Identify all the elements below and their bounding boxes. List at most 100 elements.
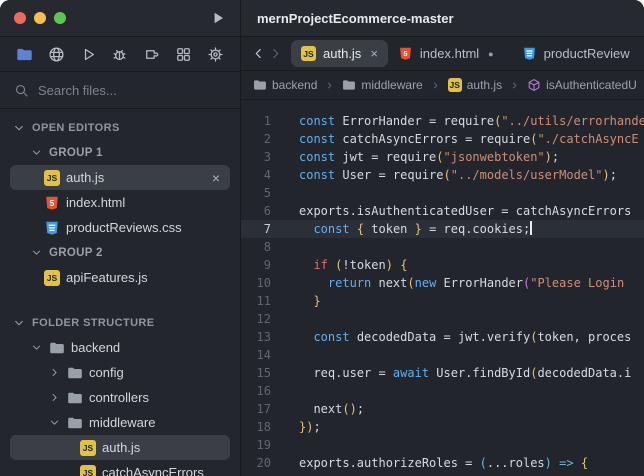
open-editor-apiFeatures.js[interactable]: JSapiFeatures.js: [10, 265, 230, 290]
activity-globe-button[interactable]: [48, 46, 65, 63]
editor-group-header[interactable]: GROUP 1: [0, 140, 240, 165]
code-line-9[interactable]: 9 if (!token) {: [241, 256, 644, 274]
chevron-down-icon: [12, 121, 26, 135]
code-line-7[interactable]: 7 const { token } = req.cookies;: [241, 220, 644, 238]
code-line-16[interactable]: 16: [241, 382, 644, 400]
code-line-5[interactable]: 5: [241, 184, 644, 202]
navigate-back-icon[interactable]: [251, 46, 266, 61]
code-line-8[interactable]: 8: [241, 238, 644, 256]
code-line-1[interactable]: 1const ErrorHander = require("../utils/e…: [241, 112, 644, 130]
tree-item-controllers[interactable]: controllers: [10, 385, 230, 410]
tab-productReview[interactable]: productReview: [512, 40, 638, 67]
line-number[interactable]: 12: [241, 310, 271, 328]
close-tab-icon[interactable]: ×: [370, 46, 378, 61]
editor-group-header[interactable]: GROUP 2: [0, 240, 240, 265]
open-editor-auth.js[interactable]: JSauth.js×: [10, 165, 230, 190]
item-label: GROUP 1: [49, 147, 103, 159]
search-icon: [14, 83, 29, 98]
code-line-4[interactable]: 4const User = require("../models/userMod…: [241, 166, 644, 184]
chevron-right-icon: [48, 366, 61, 379]
code-line-15[interactable]: 15 req.user = await User.findById(decode…: [241, 364, 644, 382]
line-number[interactable]: 17: [241, 400, 271, 418]
code-line-11[interactable]: 11 }: [241, 292, 644, 310]
line-number[interactable]: 8: [241, 238, 271, 256]
activity-extensions-button[interactable]: [143, 46, 160, 63]
close-window-button[interactable]: [14, 12, 26, 24]
code-line-12[interactable]: 12: [241, 310, 644, 328]
activity-debug-button[interactable]: [111, 46, 128, 63]
open-editor-productReviews.css[interactable]: productReviews.css: [10, 215, 230, 240]
folder-icon: [49, 340, 65, 356]
line-number[interactable]: 9: [241, 256, 271, 274]
code-line-14[interactable]: 14: [241, 346, 644, 364]
item-label: auth.js: [102, 440, 140, 455]
line-number[interactable]: 1: [241, 112, 271, 130]
tab-navigation: [251, 46, 283, 61]
close-editor-icon[interactable]: ×: [212, 170, 220, 186]
vscode-window: Search files... OPEN EDITORS GROUP 1 JSaut…: [0, 0, 644, 476]
code-line-6[interactable]: 6exports.isAuthenticatedUser = catchAsyn…: [241, 202, 644, 220]
line-content: }: [271, 292, 321, 310]
breadcrumb-auth.js[interactable]: JSauth.js: [448, 78, 502, 92]
line-number[interactable]: 14: [241, 346, 271, 364]
line-number[interactable]: 7: [241, 220, 271, 238]
line-number[interactable]: 16: [241, 382, 271, 400]
line-number[interactable]: 11: [241, 292, 271, 310]
maximize-window-button[interactable]: [54, 12, 66, 24]
activity-settings-button[interactable]: [207, 46, 224, 63]
navigate-forward-icon[interactable]: [268, 46, 283, 61]
item-label: index.html: [66, 195, 125, 210]
tab-auth.js[interactable]: JSauth.js×: [291, 40, 388, 67]
code-line-20[interactable]: 20exports.authorizeRoles = (...roles) =>…: [241, 454, 644, 472]
search-input[interactable]: Search files...: [0, 72, 240, 109]
code-editor[interactable]: 1const ErrorHander = require("../utils/e…: [241, 100, 644, 476]
line-number[interactable]: 3: [241, 148, 271, 166]
line-number[interactable]: 6: [241, 202, 271, 220]
minimize-window-button[interactable]: [34, 12, 46, 24]
item-label: config: [89, 365, 124, 380]
run-file-button[interactable]: [210, 10, 226, 26]
activity-bar: [0, 37, 240, 72]
section-open-editors[interactable]: OPEN EDITORS: [0, 115, 240, 140]
activity-apps-button[interactable]: [175, 46, 192, 63]
css-icon: [44, 220, 60, 236]
line-number[interactable]: 5: [241, 184, 271, 202]
code-line-3[interactable]: 3const jwt = require("jsonwebtoken");: [241, 148, 644, 166]
item-label: catchAsyncErrors: [102, 465, 204, 476]
tree-item-auth.js[interactable]: JSauth.js: [10, 435, 230, 460]
line-number[interactable]: 19: [241, 436, 271, 454]
tree-item-catchAsyncErrors[interactable]: JScatchAsyncErrors: [10, 460, 230, 476]
breadcrumb-middleware[interactable]: middleware: [342, 78, 422, 92]
tab-index.html[interactable]: 5index.html●: [388, 40, 504, 67]
line-number[interactable]: 4: [241, 166, 271, 184]
breadcrumb-isAuthenticatedU[interactable]: isAuthenticatedU: [527, 78, 637, 92]
line-number[interactable]: 10: [241, 274, 271, 292]
breadcrumb-backend[interactable]: backend: [253, 78, 317, 92]
tree-item-middleware[interactable]: middleware: [10, 410, 230, 435]
tree-item-backend[interactable]: backend: [10, 335, 230, 360]
code-line-13[interactable]: 13 const decodedData = jwt.verify(token,…: [241, 328, 644, 346]
chevron-down-icon: [30, 246, 43, 259]
editor-titlebar: mernProjectEcommerce-master: [241, 0, 644, 37]
line-number[interactable]: 18: [241, 418, 271, 436]
activity-run-button[interactable]: [80, 46, 97, 63]
code-line-17[interactable]: 17 next();: [241, 400, 644, 418]
line-content: [271, 310, 299, 328]
line-number[interactable]: 13: [241, 328, 271, 346]
line-number[interactable]: 2: [241, 130, 271, 148]
code-line-18[interactable]: 18});: [241, 418, 644, 436]
globe-icon: [48, 46, 65, 63]
activity-explorer-button[interactable]: [16, 46, 33, 63]
section-folder-structure[interactable]: FOLDER STRUCTURE: [0, 310, 240, 335]
text-cursor: [530, 221, 532, 235]
code-line-10[interactable]: 10 return next(new ErrorHander("Please L…: [241, 274, 644, 292]
open-editor-index.html[interactable]: 5index.html: [10, 190, 230, 215]
debug-icon: [111, 46, 128, 63]
code-line-19[interactable]: 19: [241, 436, 644, 454]
run-icon: [80, 46, 97, 63]
line-number[interactable]: 20: [241, 454, 271, 472]
line-number[interactable]: 15: [241, 364, 271, 382]
line-content: [271, 382, 299, 400]
tree-item-config[interactable]: config: [10, 360, 230, 385]
code-line-2[interactable]: 2const catchAsyncErrors = require("./cat…: [241, 130, 644, 148]
